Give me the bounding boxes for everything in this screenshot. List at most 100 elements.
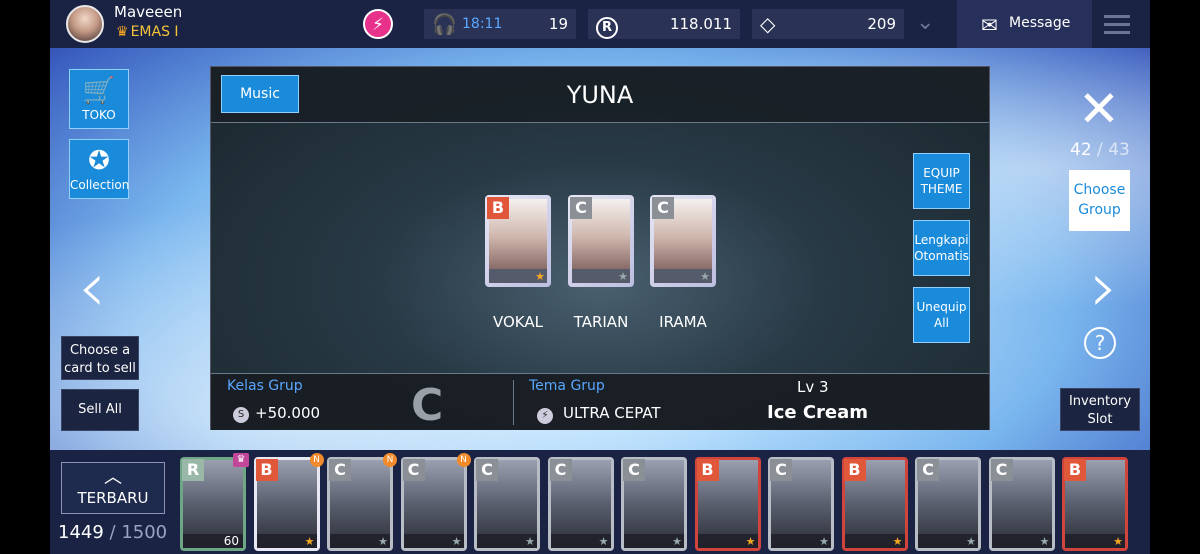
grade-badge: C xyxy=(476,459,498,481)
inventory-count-current: 1449 xyxy=(58,522,104,543)
crown-icon: ♛ xyxy=(233,453,249,467)
theme-name: Ice Cream xyxy=(767,402,869,423)
star-icon: ★ xyxy=(378,535,388,548)
rank-label: ♛ EMAS I xyxy=(116,24,179,40)
unequip-all-button[interactable]: Unequip All xyxy=(913,287,970,343)
r-coin-icon: R xyxy=(596,17,618,39)
left-edge xyxy=(0,0,50,554)
bolt-icon: ⚡ xyxy=(537,408,553,424)
slot-card-irama[interactable]: C ★ xyxy=(650,195,716,287)
slot-card-vokal[interactable]: B ★ xyxy=(485,195,551,287)
choose-group-button[interactable]: Choose Group xyxy=(1069,170,1130,231)
grade-badge: C xyxy=(652,197,674,219)
inventory-card[interactable]: B ★ xyxy=(841,457,908,551)
card-image: C ★ xyxy=(570,197,630,283)
inventory-card[interactable]: B ★ xyxy=(694,457,761,551)
badge-star-icon: ✪ xyxy=(88,146,110,176)
star-icon: ★ xyxy=(1039,535,1050,548)
star-icon: ★ xyxy=(745,535,756,548)
choose-card-to-sell-button[interactable]: Choose a card to sell xyxy=(61,336,139,380)
next-arrow-icon[interactable]: › xyxy=(1090,252,1118,322)
star-icon: ★ xyxy=(598,535,609,548)
inventory-card[interactable]: B ★ N xyxy=(253,453,324,551)
group-theme-value: ⚡ ULTRA CEPAT xyxy=(537,404,661,424)
username: Maveeen xyxy=(114,3,183,21)
star-icon: ★ xyxy=(304,535,315,548)
inventory-card[interactable]: C ★ xyxy=(988,457,1055,551)
inventory-card[interactable]: C ★ xyxy=(547,457,614,551)
group-class-label: Kelas Grup xyxy=(227,378,303,394)
slot-label-irama: IRAMA xyxy=(659,313,707,331)
grade-badge: C xyxy=(570,197,592,219)
slot-card-tarian[interactable]: C ★ xyxy=(568,195,634,287)
energy-icon[interactable]: ⚡ xyxy=(363,9,393,39)
sort-button[interactable]: ︿ TERBARU xyxy=(61,462,165,514)
crown-icon: ♛ xyxy=(116,24,129,40)
card-image: C ★ xyxy=(329,459,390,548)
auto-fill-button[interactable]: Lengkapi Otomatis xyxy=(913,220,970,276)
inventory-card[interactable]: C ★ xyxy=(915,457,981,551)
grade-badge: B xyxy=(255,459,278,481)
stat-time-text: 18:11 xyxy=(462,16,503,32)
new-badge: N xyxy=(383,453,397,467)
grade-badge: C xyxy=(770,459,792,481)
stat-r-coin[interactable]: R 118.011 xyxy=(588,9,740,39)
group-class-grade: C xyxy=(411,380,444,431)
stat-time[interactable]: 🎧 18:11 19 xyxy=(424,9,576,39)
card-image: C ★ xyxy=(549,459,611,548)
grade-badge: B xyxy=(1064,459,1086,481)
message-button[interactable]: ✉ Message xyxy=(957,0,1092,48)
headphones-icon: 🎧 xyxy=(432,12,457,36)
inventory-slot-button[interactable]: Inventory Slot xyxy=(1060,388,1140,431)
new-badge: N xyxy=(456,453,471,467)
card-image: B ★ xyxy=(843,459,905,548)
inventory-card[interactable]: C ★ N xyxy=(400,453,471,551)
coin-icon: S xyxy=(233,407,249,423)
right-edge xyxy=(1150,0,1200,554)
star-icon: ★ xyxy=(618,270,628,283)
equip-theme-button[interactable]: EQUIP THEME xyxy=(913,153,970,209)
inventory-card[interactable]: C ★ xyxy=(768,457,834,551)
prev-arrow-icon[interactable]: ‹ xyxy=(78,252,106,322)
star-icon: ★ xyxy=(525,535,535,548)
grade-badge: C xyxy=(917,459,939,481)
slot-label-vokal: VOKAL xyxy=(493,313,543,331)
menu-icon[interactable] xyxy=(1104,15,1130,39)
new-badge: N xyxy=(309,453,324,467)
inventory-count-total: 1500 xyxy=(121,522,168,543)
sell-all-button[interactable]: Sell All xyxy=(61,389,139,431)
avatar[interactable] xyxy=(66,5,104,43)
stat-diamond-value: 209 xyxy=(867,15,896,33)
card-level: 60 xyxy=(223,534,239,548)
toko-button[interactable]: 🛒 TOKO xyxy=(69,69,129,129)
grade-badge: R xyxy=(182,459,204,481)
toko-label: TOKO xyxy=(82,108,116,122)
panel-title: YUNA xyxy=(566,81,634,109)
star-icon: ★ xyxy=(819,535,829,548)
close-icon[interactable]: ✕ xyxy=(1078,84,1120,134)
inventory-count: 1449 / 1500 xyxy=(58,522,168,543)
grade-badge: B xyxy=(487,197,509,219)
group-class-bonus: +50.000 xyxy=(255,404,321,422)
chevron-down-icon[interactable]: ⌄ xyxy=(916,10,934,35)
card-image: R 60 xyxy=(182,459,243,548)
inventory-card[interactable]: C ★ N xyxy=(327,453,397,551)
theme-level: Lv 3 xyxy=(797,378,829,396)
stat-diamond[interactable]: ◇ 209 xyxy=(752,9,904,39)
inventory-card[interactable]: R 60 ♛ xyxy=(180,453,249,551)
group-theme-label: Tema Grup xyxy=(529,378,605,394)
inventory-card[interactable]: C ★ xyxy=(621,457,687,551)
divider xyxy=(513,380,514,425)
inventory-card[interactable]: B ★ xyxy=(1062,457,1128,551)
group-panel: Music YUNA B ★ C ★ C ★ VOKAL TARIAN IRAM… xyxy=(210,66,990,431)
collection-button[interactable]: ✪ Collection xyxy=(69,139,129,199)
star-icon: ★ xyxy=(700,270,710,283)
help-icon[interactable]: ? xyxy=(1084,327,1116,359)
stat-r-coin-value: 118.011 xyxy=(669,15,732,33)
inventory-card[interactable]: C ★ xyxy=(474,457,540,551)
card-image: B ★ xyxy=(696,459,758,548)
top-bar: Maveeen ♛ EMAS I ⚡ 🎧 18:11 19 R 118.011 ◇… xyxy=(50,0,1150,48)
card-image: C ★ xyxy=(652,197,712,283)
grade-badge: C xyxy=(990,459,1013,481)
card-image: C ★ xyxy=(770,459,831,548)
